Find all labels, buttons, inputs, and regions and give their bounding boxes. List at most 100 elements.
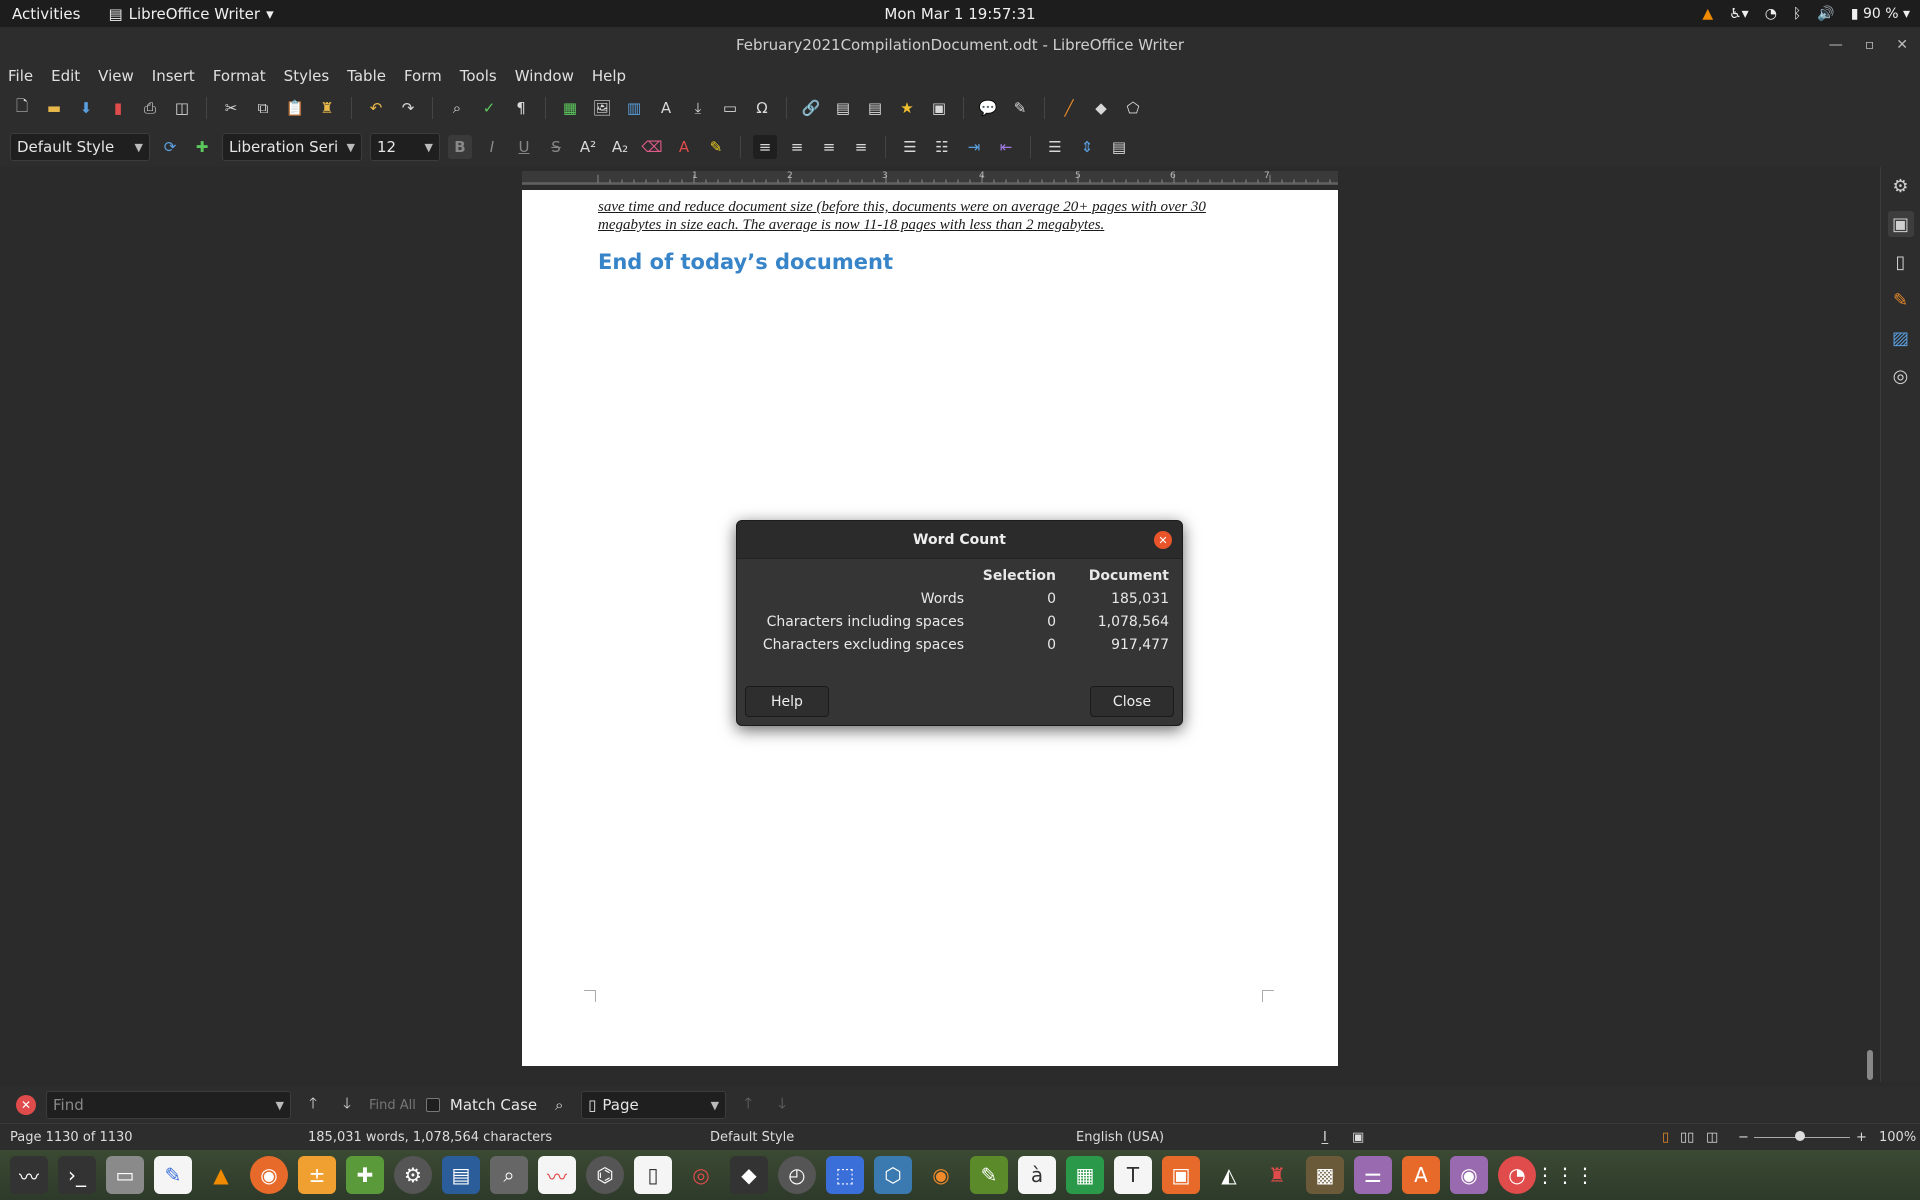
- volume-icon[interactable]: 🔊: [1817, 6, 1834, 22]
- menu-insert[interactable]: Insert: [152, 67, 195, 85]
- print-preview-icon[interactable]: ◫: [170, 96, 194, 120]
- libreoffice-calc-icon[interactable]: ▦: [1066, 1156, 1104, 1194]
- extensions-icon[interactable]: ✚: [346, 1156, 384, 1194]
- track-changes-icon[interactable]: ✎: [1008, 96, 1032, 120]
- language-status[interactable]: English (USA): [1076, 1130, 1164, 1145]
- find-replace-dialog-icon[interactable]: ⌕: [547, 1093, 571, 1117]
- page-icon[interactable]: ▯: [1888, 249, 1914, 275]
- document-viewer-icon[interactable]: ▯: [634, 1156, 672, 1194]
- system-monitor-icon[interactable]: 〰: [10, 1156, 48, 1194]
- endnote-icon[interactable]: ▤: [863, 96, 887, 120]
- new-style-icon[interactable]: ✚: [190, 135, 214, 159]
- vlc-tray-icon[interactable]: ▲: [1702, 6, 1713, 22]
- charts-icon[interactable]: 〰: [538, 1156, 576, 1194]
- software-updater-icon[interactable]: ⌬: [586, 1156, 624, 1194]
- find-previous-icon[interactable]: 🡑: [301, 1093, 325, 1117]
- pdf-editor-icon[interactable]: ✎: [970, 1156, 1008, 1194]
- libreoffice-impress-icon[interactable]: ▣: [1162, 1156, 1200, 1194]
- copy-icon[interactable]: ⧉: [251, 96, 275, 120]
- sidebar-settings-icon[interactable]: ⚙: [1888, 173, 1914, 199]
- insert-mode-icon[interactable]: I̲: [1323, 1130, 1327, 1145]
- increase-indent-icon[interactable]: ⇥: [962, 135, 986, 159]
- previous-element-icon[interactable]: 🡑: [736, 1093, 760, 1117]
- menu-format[interactable]: Format: [213, 67, 266, 85]
- game-character-icon[interactable]: ♜: [1258, 1156, 1296, 1194]
- insert-field-icon[interactable]: ▭: [718, 96, 742, 120]
- vertical-scrollbar[interactable]: [1865, 167, 1875, 1082]
- styles-icon[interactable]: ✎: [1888, 287, 1914, 313]
- menu-tools[interactable]: Tools: [460, 67, 497, 85]
- menu-table[interactable]: Table: [347, 67, 386, 85]
- blender-icon[interactable]: ◉: [922, 1156, 960, 1194]
- webcam-icon[interactable]: ◉: [1450, 1156, 1488, 1194]
- vlc-icon[interactable]: ▲: [202, 1156, 240, 1194]
- hyperlink-icon[interactable]: 🔗: [799, 96, 823, 120]
- open-folder-icon[interactable]: ▬: [42, 96, 66, 120]
- scrollbar-thumb[interactable]: [1867, 1050, 1873, 1080]
- properties-icon[interactable]: ▣: [1887, 211, 1914, 237]
- page-status[interactable]: Page 1130 of 1130: [10, 1130, 133, 1145]
- screenshot-icon[interactable]: ⬚: [826, 1156, 864, 1194]
- menu-file[interactable]: File: [8, 67, 33, 85]
- superscript-icon[interactable]: A²: [576, 135, 600, 159]
- system-tray[interactable]: ▲ ♿▾ ◔ ᛒ 🔊 ▮ 90 % ▾: [1702, 6, 1910, 22]
- settings-icon[interactable]: ⚙: [394, 1156, 432, 1194]
- align-left-icon[interactable]: ≡: [753, 135, 777, 159]
- accessibility-icon[interactable]: ♿▾: [1729, 6, 1749, 22]
- basic-shapes-icon[interactable]: ◆: [1089, 96, 1113, 120]
- navigator-icon[interactable]: ◎: [1888, 363, 1914, 389]
- numbered-list-icon[interactable]: ☷: [930, 135, 954, 159]
- gimp-icon[interactable]: ◭: [1210, 1156, 1248, 1194]
- menu-view[interactable]: View: [98, 67, 134, 85]
- zoom-slider-thumb[interactable]: [1795, 1131, 1805, 1141]
- align-center-icon[interactable]: ≡: [785, 135, 809, 159]
- typora-icon[interactable]: T: [1114, 1156, 1152, 1194]
- headphones-app-icon[interactable]: ◎: [682, 1156, 720, 1194]
- paragraph-spacing-icon[interactable]: ⇕: [1075, 135, 1099, 159]
- minimize-icon[interactable]: —: [1829, 37, 1843, 53]
- single-page-view-icon[interactable]: ▯: [1662, 1130, 1669, 1145]
- footnote-icon[interactable]: ▤: [831, 96, 855, 120]
- font-color-icon[interactable]: A: [672, 135, 696, 159]
- dialog-close-icon[interactable]: ✕: [1154, 531, 1172, 549]
- find-all-button[interactable]: Find All: [369, 1098, 416, 1113]
- terminal-icon[interactable]: ›_: [58, 1156, 96, 1194]
- help-button[interactable]: Help: [745, 686, 829, 717]
- menu-styles[interactable]: Styles: [284, 67, 330, 85]
- chevron-down-icon[interactable]: ▼: [276, 1099, 284, 1112]
- maximize-icon[interactable]: ▫: [1865, 37, 1875, 53]
- print-icon[interactable]: ⎙: [138, 96, 162, 120]
- battery-indicator[interactable]: ▮ 90 % ▾: [1851, 6, 1910, 22]
- menu-help[interactable]: Help: [592, 67, 626, 85]
- firefox-icon[interactable]: ◉: [250, 1156, 288, 1194]
- page-style-status[interactable]: Default Style: [710, 1130, 794, 1145]
- libreoffice-writer-icon[interactable]: ▤: [442, 1156, 480, 1194]
- files-icon[interactable]: ▭: [106, 1156, 144, 1194]
- formatting-marks-icon[interactable]: ¶: [509, 96, 533, 120]
- font-size-select[interactable]: 12 ▼: [370, 133, 440, 161]
- find-replace-icon[interactable]: ⌕: [445, 96, 469, 120]
- zoom-out-icon[interactable]: −: [1738, 1130, 1749, 1145]
- clock-app-icon[interactable]: ◴: [778, 1156, 816, 1194]
- bullet-list-icon[interactable]: ☰: [898, 135, 922, 159]
- app-menu[interactable]: ▤ LibreOffice Writer ▾: [92, 5, 283, 23]
- italic-icon[interactable]: I: [480, 135, 504, 159]
- redo-icon[interactable]: ↷: [396, 96, 420, 120]
- character-map-icon[interactable]: à: [1018, 1156, 1056, 1194]
- show-applications-icon[interactable]: ⋮⋮⋮: [1535, 1156, 1595, 1194]
- new-document-icon[interactable]: 🗋: [10, 96, 34, 120]
- wifi-icon[interactable]: ◔: [1765, 6, 1777, 22]
- highlight-color-icon[interactable]: ✎: [704, 135, 728, 159]
- spelling-icon[interactable]: ✓: [477, 96, 501, 120]
- close-window-icon[interactable]: ✕: [1896, 37, 1908, 53]
- inkscape-icon[interactable]: ◆: [730, 1156, 768, 1194]
- activities-button[interactable]: Activities: [0, 5, 92, 23]
- find-input[interactable]: Find ▼: [46, 1091, 291, 1119]
- zoom-level[interactable]: 100%: [1879, 1130, 1916, 1145]
- subscript-icon[interactable]: A₂: [608, 135, 632, 159]
- horizontal-ruler[interactable]: 1 2 3 4 5 6 7: [522, 171, 1338, 185]
- close-button[interactable]: Close: [1090, 686, 1174, 717]
- comment-icon[interactable]: 💬: [976, 96, 1000, 120]
- tweaks-icon[interactable]: ⚌: [1354, 1156, 1392, 1194]
- match-case-checkbox[interactable]: [425, 1098, 440, 1112]
